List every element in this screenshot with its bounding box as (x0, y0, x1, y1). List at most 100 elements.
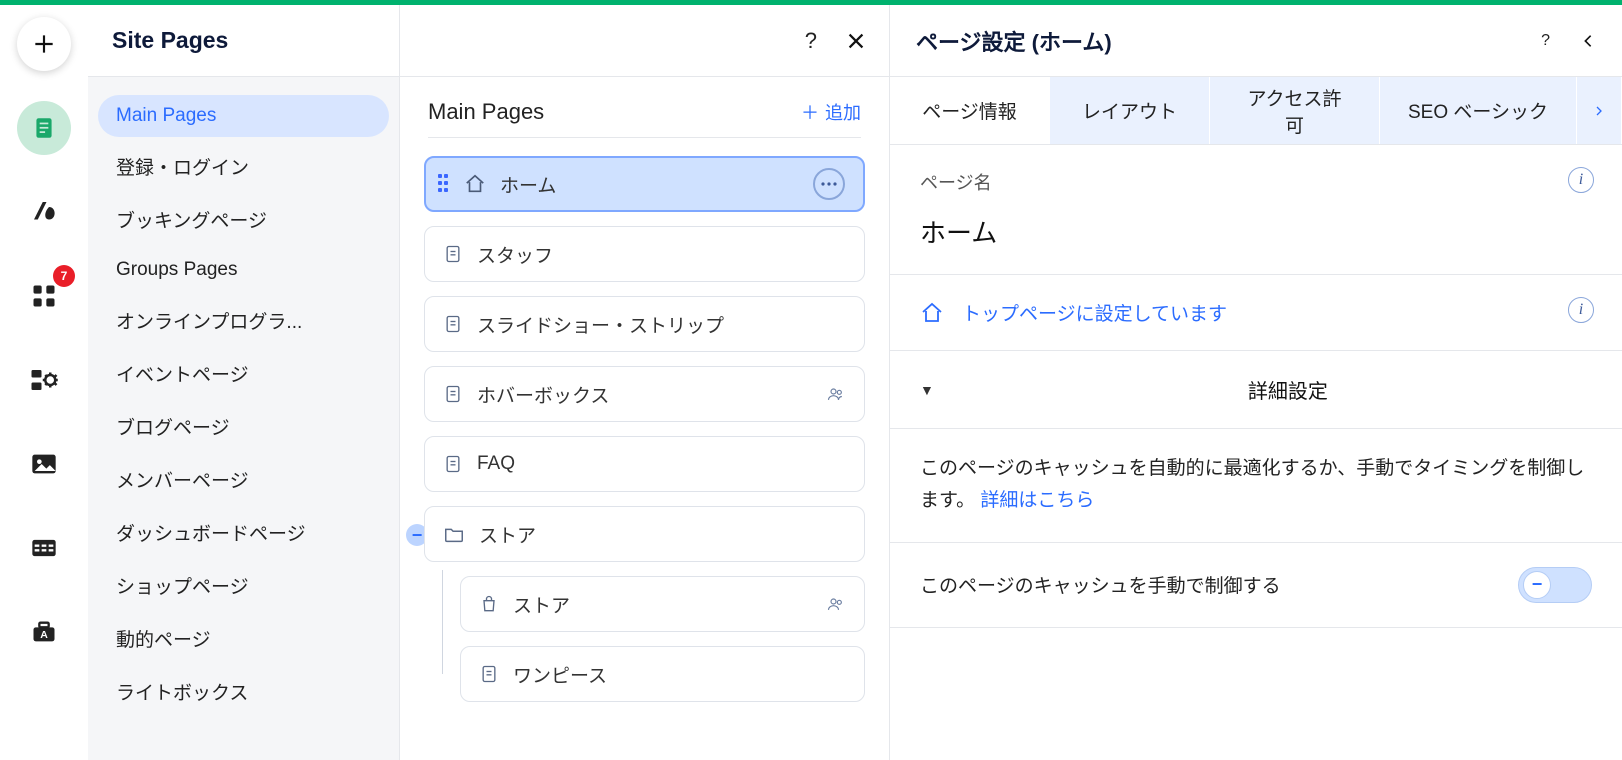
apps-button[interactable]: 7 (17, 269, 71, 323)
image-icon (30, 450, 58, 478)
page-row-faq[interactable]: FAQ (424, 436, 865, 492)
page-icon (443, 244, 463, 264)
page-more-button[interactable] (813, 168, 845, 200)
page-row-store[interactable]: ストア (460, 576, 865, 632)
category-blog-pages[interactable]: ブログページ (98, 403, 389, 450)
theme-icon (29, 197, 59, 227)
page-label: スタッフ (477, 241, 553, 268)
tab-seo-basics[interactable]: SEO ベーシック (1380, 77, 1577, 144)
page-name-value: ホーム (920, 213, 1592, 250)
caret-down-icon: ▼ (920, 382, 934, 398)
add-button[interactable] (17, 17, 71, 71)
page-label: ホーム (500, 171, 556, 198)
pages-close-button[interactable] (845, 30, 867, 52)
category-dashboard-pages[interactable]: ダッシュボードページ (98, 509, 389, 556)
tabs-scroll-right[interactable] (1577, 77, 1622, 144)
members-icon (826, 594, 846, 614)
info-icon[interactable]: i (1568, 297, 1594, 323)
plus-icon (31, 31, 57, 57)
categories-panel: Site Pages Main Pages 登録・ログイン ブッキングページ G… (88, 5, 400, 760)
svg-text:A: A (40, 629, 48, 641)
folder-icon (443, 523, 465, 545)
bag-icon (479, 593, 499, 615)
theme-button[interactable] (17, 185, 71, 239)
settings-tabs: ページ情報 レイアウト アクセス許可 SEO ベーシック (890, 77, 1622, 145)
category-event-pages[interactable]: イベントページ (98, 350, 389, 397)
apps-icon (30, 282, 58, 310)
page-name-label: ページ名 (920, 169, 1592, 195)
category-main-pages[interactable]: Main Pages (98, 95, 389, 137)
cache-learn-more-link[interactable]: 詳細はこちら (980, 490, 1094, 511)
page-row-slideshow-strip[interactable]: スライドショー・ストリップ (424, 296, 865, 352)
more-icon (821, 182, 837, 186)
page-icon (443, 384, 463, 404)
pages-help-button[interactable]: ? (805, 28, 817, 54)
page-row-home[interactable]: ホーム (424, 156, 865, 212)
category-shop-pages[interactable]: ショップページ (98, 562, 389, 609)
page-label: ワンピース (513, 661, 607, 688)
manual-cache-label: このページのキャッシュを手動で制御する (920, 571, 1281, 598)
settings-back-button[interactable] (1580, 29, 1596, 53)
category-dynamic-pages[interactable]: 動的ページ (98, 615, 389, 662)
apps-badge: 7 (53, 265, 75, 287)
pages-button[interactable] (17, 101, 71, 155)
page-label: ストア (479, 521, 536, 548)
pages-list-panel: ? Main Pages ＋ 追加 ホーム (400, 5, 890, 760)
left-vertical-toolbar: 7 A (0, 5, 88, 760)
page-icon (31, 115, 57, 141)
page-row-onepiece[interactable]: ワンピース (460, 646, 865, 702)
toggle-knob: − (1523, 571, 1551, 599)
category-groups-pages[interactable]: Groups Pages (98, 249, 389, 291)
add-page-button[interactable]: ＋ 追加 (801, 99, 861, 125)
chevron-left-icon (1580, 29, 1596, 53)
category-lightboxes[interactable]: ライトボックス (98, 668, 389, 715)
members-icon (826, 384, 846, 404)
category-online-programs[interactable]: オンラインプログラ... (98, 297, 389, 344)
page-settings-panel: ページ設定 (ホーム) ? ページ情報 レイアウト アクセス許可 SEO ベーシ… (890, 5, 1622, 760)
manual-cache-block: このページのキャッシュを手動で制御する − (890, 543, 1622, 628)
close-icon (845, 30, 867, 52)
category-member-pages[interactable]: メンバーページ (98, 456, 389, 503)
home-icon (464, 173, 486, 195)
page-row-staff[interactable]: スタッフ (424, 226, 865, 282)
page-label: スライドショー・ストリップ (477, 311, 724, 338)
advanced-label: 詳細設定 (984, 375, 1592, 404)
page-icon (443, 454, 463, 474)
divider (428, 137, 861, 138)
table-icon (30, 534, 58, 562)
briefcase-icon: A (30, 618, 58, 646)
cache-description-block: このページのキャッシュを自動的に最適化するか、手動でタイミングを制御します。 詳… (890, 429, 1622, 543)
category-signup-login[interactable]: 登録・ログイン (98, 143, 389, 190)
main-pages-heading: Main Pages (428, 99, 544, 125)
manual-cache-toggle[interactable]: − (1518, 567, 1592, 603)
add-page-label: 追加 (825, 99, 861, 125)
advanced-header-block[interactable]: ▼ 詳細設定 (890, 351, 1622, 429)
page-label: FAQ (477, 453, 515, 475)
category-booking-pages[interactable]: ブッキングページ (98, 196, 389, 243)
page-name-block: i ページ名 ホーム (890, 145, 1622, 275)
settings-help-button[interactable]: ? (1541, 32, 1550, 50)
page-icon (479, 664, 499, 684)
home-icon (920, 301, 944, 325)
tab-page-info[interactable]: ページ情報 (890, 77, 1050, 144)
media-button[interactable] (17, 437, 71, 491)
page-row-store-folder[interactable]: ストア (424, 506, 865, 562)
drag-handle-icon[interactable] (438, 174, 450, 194)
site-pages-title: Site Pages (88, 5, 399, 77)
plus-icon: ＋ (801, 99, 819, 125)
homepage-text: トップページに設定しています (962, 299, 1227, 326)
tab-permissions[interactable]: アクセス許可 (1210, 77, 1380, 144)
page-icon (443, 314, 463, 334)
tab-layout[interactable]: レイアウト (1050, 77, 1210, 144)
page-label: ストア (513, 591, 570, 618)
info-icon[interactable]: i (1568, 167, 1594, 193)
page-label: ホバーボックス (477, 381, 609, 408)
settings-button[interactable] (17, 353, 71, 407)
chevron-right-icon (1593, 102, 1605, 120)
page-row-hoverbox[interactable]: ホバーボックス (424, 366, 865, 422)
homepage-block: i トップページに設定しています (890, 275, 1622, 351)
settings-icon (29, 365, 59, 395)
data-button[interactable] (17, 521, 71, 575)
page-settings-title: ページ設定 (ホーム) (916, 25, 1112, 57)
business-button[interactable]: A (17, 605, 71, 659)
